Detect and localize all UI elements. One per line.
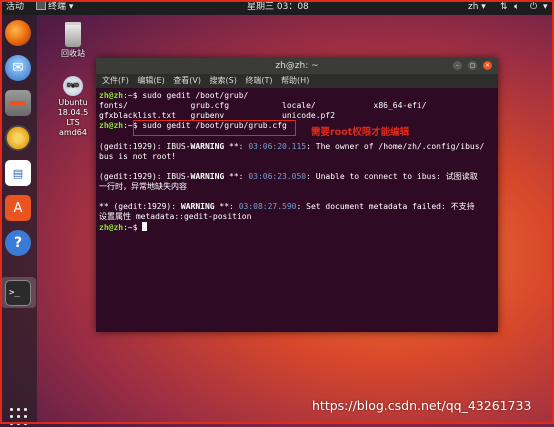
terminal-line: fonts/ grub.cfg locale/ x86_64-efi/	[99, 101, 427, 110]
terminal-line: bus is not root!	[99, 152, 177, 161]
warning-prefix: ** (gedit:1929):	[99, 202, 181, 211]
network-icon[interactable]: ⇅	[500, 1, 508, 14]
rhythmbox-icon[interactable]	[5, 125, 31, 151]
activities-button[interactable]: 活动	[6, 1, 24, 14]
trash-icon	[65, 22, 81, 47]
terminal-line: (gedit:1929): IBUS-WARNING **: 03:06:23.…	[99, 172, 478, 182]
menu-file[interactable]: 文件(F)	[102, 76, 129, 85]
terminal-line: (gedit:1929): IBUS-WARNING **: 03:06:20.…	[99, 142, 484, 152]
trash-desktop-icon[interactable]: 回收站	[53, 22, 93, 59]
input-method-label: zh	[468, 2, 479, 12]
warning-prefix: (gedit:1929): IBUS-	[99, 172, 191, 181]
dvd-icon: DVD	[63, 76, 83, 96]
warning-message: : Set document metadata failed: 不支持	[296, 202, 475, 211]
terminal-menubar: 文件(F) 编辑(E) 查看(V) 搜索(S) 终端(T) 帮助(H)	[96, 74, 498, 88]
terminal-title: zh@zh: ~	[275, 61, 319, 71]
app-menu[interactable]: 终端 ▾	[36, 1, 73, 14]
prompt-sep: :~$	[123, 91, 138, 100]
software-icon[interactable]: A	[5, 195, 31, 221]
window-controls: – ▢ ✕	[447, 61, 492, 71]
menu-help[interactable]: 帮助(H)	[281, 76, 309, 85]
watermark: https://blog.csdn.net/qq_43261733	[312, 398, 532, 413]
minimize-icon[interactable]: –	[453, 61, 462, 70]
warning-label: WARNING	[180, 202, 215, 211]
command-text: sudo gedit /boot/grub/	[137, 91, 249, 100]
dock: ✉ ▤ A ? >_	[0, 15, 37, 427]
warning-message: : The owner of /home/zh/.config/ibus/	[306, 142, 485, 151]
show-applications-icon[interactable]	[9, 407, 29, 427]
thunderbird-icon[interactable]: ✉	[5, 55, 31, 81]
help-icon[interactable]: ?	[5, 230, 31, 256]
prompt-sep: :~$	[123, 223, 138, 232]
terminal-line: 一行时，异常地缺失内容	[99, 182, 187, 191]
triangle-down-icon: ▾	[66, 2, 74, 12]
top-bar: 活动 终端 ▾ 星期三 03：08 zh ▾ ⇅ 🔈︎ ⏻ ▾	[0, 0, 554, 15]
prompt-user: zh@zh	[99, 121, 124, 130]
close-icon[interactable]: ✕	[483, 61, 492, 70]
files-icon[interactable]	[5, 90, 31, 116]
warning-sep: **:	[214, 202, 239, 211]
annotation-highlight-box	[133, 120, 296, 136]
system-menu-icon[interactable]: ▾	[543, 1, 548, 14]
volume-icon[interactable]: 🔈︎	[514, 1, 519, 14]
warning-label: WARNING	[190, 172, 225, 181]
dvd-label-version: 18.04.5 LTS	[57, 108, 89, 127]
terminal-small-icon	[36, 1, 46, 10]
menu-terminal[interactable]: 终端(T)	[245, 76, 272, 85]
dvd-label-arch: amd64	[59, 128, 87, 137]
terminal-icon[interactable]: >_	[5, 280, 31, 306]
terminal-line: ** (gedit:1929): WARNING **: 03:08:27.59…	[99, 202, 475, 212]
input-method-indicator[interactable]: zh ▾	[468, 1, 486, 14]
terminal-line: zh@zh:~$	[99, 222, 148, 232]
trash-label: 回收站	[61, 49, 85, 58]
warning-sep: **:	[224, 172, 249, 181]
warning-timestamp: 03:06:23.050	[248, 172, 307, 181]
warning-label: WARNING	[190, 142, 225, 151]
prompt-user: zh@zh	[99, 223, 124, 232]
warning-sep: **:	[224, 142, 249, 151]
annotation-text: 需要root权限才能编辑	[311, 127, 410, 138]
text-cursor	[142, 222, 148, 231]
firefox-icon[interactable]	[5, 20, 31, 46]
terminal-line: zh@zh:~$ sudo gedit /boot/grub/	[99, 91, 248, 101]
prompt-user: zh@zh	[99, 91, 124, 100]
dvd-label-name: Ubuntu	[58, 98, 88, 107]
terminal-titlebar[interactable]: zh@zh: ~ – ▢ ✕	[96, 58, 498, 74]
warning-timestamp: 03:06:20.115	[248, 142, 307, 151]
warning-message: : Unable to connect to ibus: 试图读取	[306, 172, 478, 181]
power-icon[interactable]: ⏻	[530, 1, 537, 14]
dvd-desktop-icon[interactable]: DVD Ubuntu 18.04.5 LTS amd64	[53, 76, 93, 138]
terminal-line: 设置属性 metadata::gedit-position	[99, 212, 252, 221]
warning-prefix: (gedit:1929): IBUS-	[99, 142, 191, 151]
writer-icon[interactable]: ▤	[5, 160, 31, 186]
maximize-icon[interactable]: ▢	[468, 61, 477, 70]
terminal-window[interactable]: zh@zh: ~ – ▢ ✕ 文件(F) 编辑(E) 查看(V) 搜索(S) 终端(…	[96, 58, 498, 332]
clock[interactable]: 星期三 03：08	[247, 1, 309, 14]
menu-view[interactable]: 查看(V)	[173, 76, 201, 85]
warning-timestamp: 03:08:27.590	[238, 202, 297, 211]
menu-search[interactable]: 搜索(S)	[210, 76, 237, 85]
menu-edit[interactable]: 编辑(E)	[137, 76, 164, 85]
app-menu-label: 终端	[48, 2, 67, 12]
